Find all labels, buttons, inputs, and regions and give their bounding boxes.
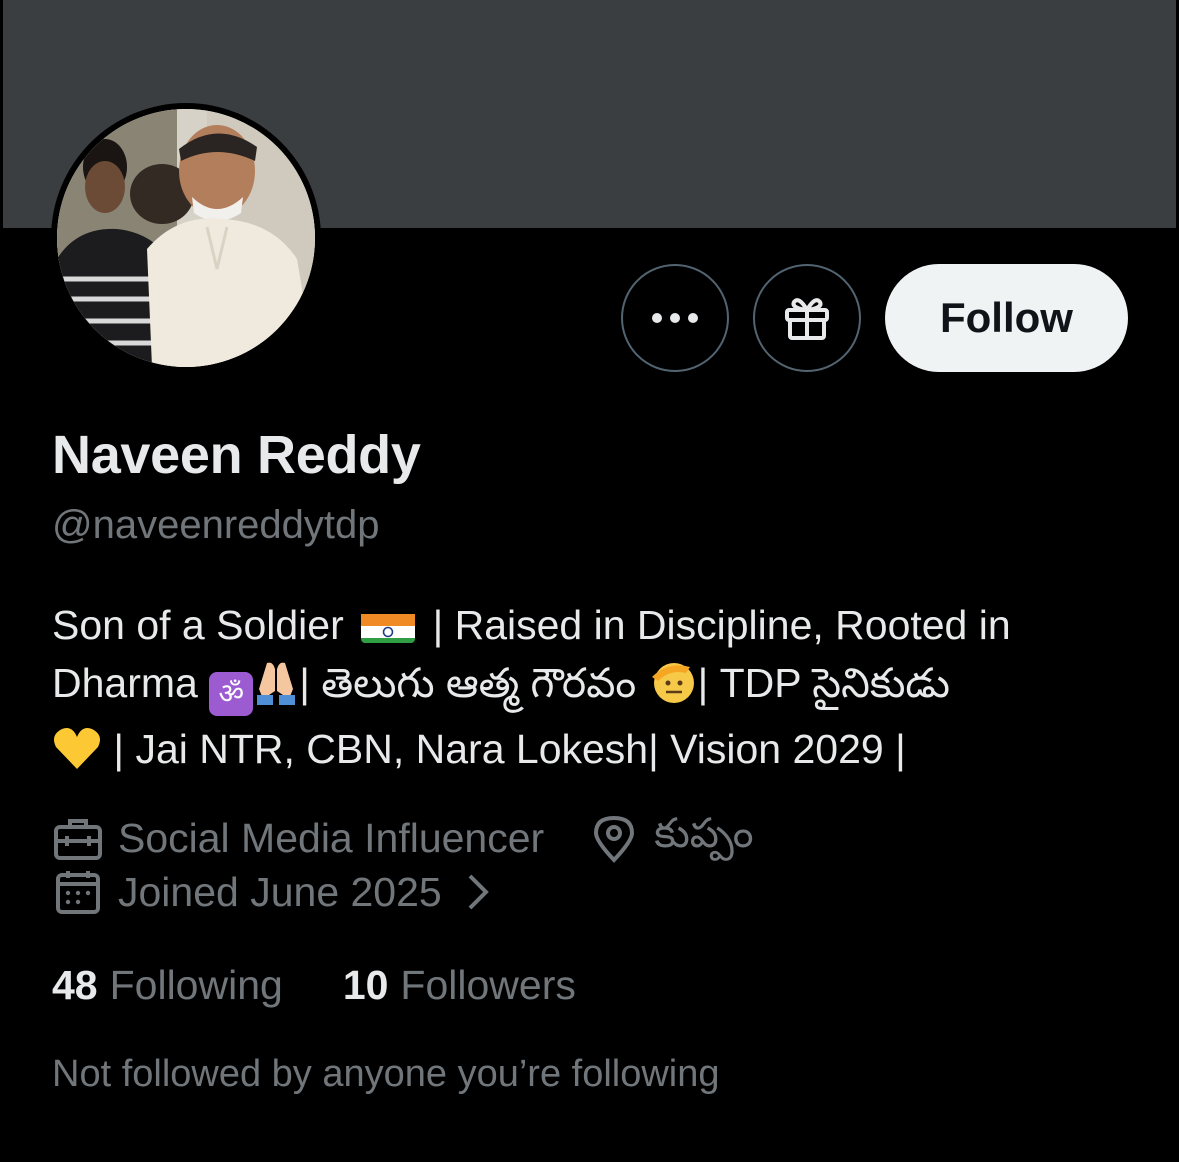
india-flag-icon [361,607,416,643]
om-icon: ॐ [209,672,254,716]
profile-meta-row: Social Media Influencer కుప్పం [52,810,754,867]
joined-date: Joined June 2025 [118,868,442,915]
saluting-face-icon [648,657,698,720]
gift-button[interactable] [753,264,861,372]
profile-page: Follow Naveen Reddy @naveenreddytdp Son … [0,0,1179,1162]
follow-stats: 48 Following 10 Followers [52,962,636,1009]
profession: Social Media Influencer [118,815,545,861]
bio-text: | Raised in Discipline, Rooted in [432,602,1011,648]
location: కుప్పం [654,810,754,856]
display-name: Naveen Reddy [52,425,421,485]
more-options-button[interactable] [621,264,729,372]
followers-link[interactable]: 10 Followers [343,962,576,1009]
gift-icon [785,298,829,340]
followers-label: Followers [400,962,576,1008]
location-pin-icon [588,813,640,865]
bio-text: Son of a Soldier [52,602,344,648]
folded-hands-icon [253,659,299,720]
bio-line-3: | Jai NTR, CBN, Nara Lokesh| Vision 2029… [52,720,1142,786]
bio-line-2: Dharma ॐ | తెలుగు ఆత్మ గౌరవం | TDP సైనిక… [52,654,1142,720]
bio-text: | తెలుగు ఆత్మ గౌరవం [299,660,637,706]
following-count: 48 [52,962,98,1008]
more-horizontal-icon [652,313,698,323]
bio-line-1: Son of a Soldier | Raised in Discipline,… [52,596,1142,654]
joined-row[interactable]: Joined June 2025 [52,866,518,918]
avatar[interactable] [51,103,321,373]
bio-text: | TDP సైనికుడు [697,660,950,706]
profile-bio: Son of a Soldier | Raised in Discipline,… [52,596,1142,786]
bio-text: Dharma [52,660,198,706]
followers-count: 10 [342,962,389,1008]
briefcase-icon [52,813,104,865]
mutual-followers-note: Not followed by anyone you’re following [52,1053,720,1095]
bio-text: | Jai NTR, CBN, Nara Lokesh| Vision 2029… [113,726,906,772]
following-link[interactable]: 48 Following [52,962,283,1009]
following-label: Following [109,962,283,1008]
yellow-heart-icon [52,725,102,786]
chevron-right-icon [452,866,504,918]
follow-button[interactable]: Follow [885,264,1128,372]
username-handle: @naveenreddytdp [52,503,380,547]
avatar-photo [57,109,315,367]
calendar-icon [52,866,104,918]
